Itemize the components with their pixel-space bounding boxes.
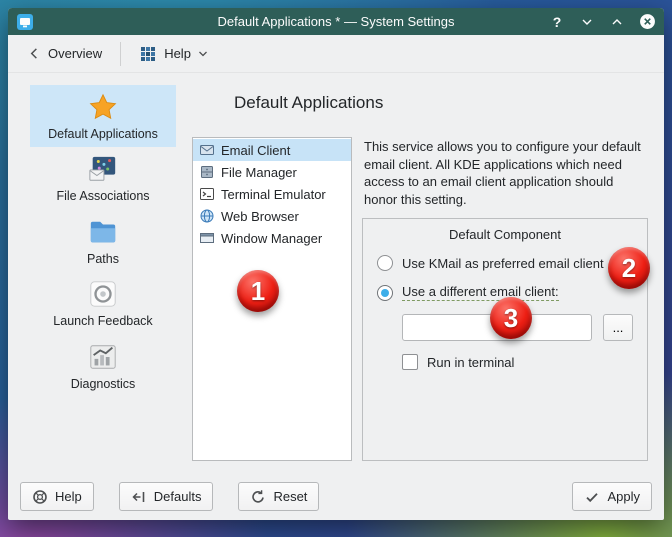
default-component-groupbox: Default Component Use KMail as preferred… bbox=[362, 218, 648, 461]
sidebar-item-label: Launch Feedback bbox=[32, 314, 174, 328]
reset-button[interactable]: Reset bbox=[238, 482, 319, 511]
chevron-down-icon bbox=[198, 50, 208, 58]
run-in-terminal-label: Run in terminal bbox=[427, 355, 514, 370]
kmail-radio-label: Use KMail as preferred email client bbox=[402, 256, 604, 271]
sidebar-item-paths[interactable]: Paths bbox=[30, 210, 176, 272]
annotation-badge-1: 1 bbox=[237, 270, 279, 312]
annotation-badge-2: 2 bbox=[608, 247, 650, 289]
toolbar-separator bbox=[120, 42, 121, 66]
launch-feedback-icon bbox=[32, 277, 174, 311]
folder-icon bbox=[32, 215, 174, 249]
maximize-button[interactable] bbox=[608, 13, 626, 31]
help-menu-button[interactable]: Help bbox=[131, 39, 216, 69]
service-item-label: File Manager bbox=[221, 165, 297, 180]
help-window-button[interactable]: ? bbox=[548, 13, 566, 31]
checkmark-icon bbox=[584, 489, 600, 505]
sidebar-item-file-associations[interactable]: File Associations bbox=[30, 147, 176, 209]
kmail-radio[interactable] bbox=[377, 255, 393, 271]
sidebar-item-launch-feedback[interactable]: Launch Feedback bbox=[30, 272, 176, 334]
service-item-label: Email Client bbox=[221, 143, 290, 158]
defaults-button-label: Defaults bbox=[154, 489, 202, 504]
toolbar: Overview Help bbox=[8, 35, 664, 73]
minimize-button[interactable] bbox=[578, 13, 596, 31]
lifebuoy-icon bbox=[32, 489, 48, 505]
diagnostics-icon bbox=[32, 340, 174, 374]
radio-row-kmail[interactable]: Use KMail as preferred email client bbox=[377, 255, 633, 271]
system-settings-window: Default Applications * — System Settings… bbox=[8, 8, 664, 520]
other-client-radio-label: Use a different email client: bbox=[402, 284, 559, 301]
file-associations-icon bbox=[32, 152, 174, 186]
help-button-label: Help bbox=[55, 489, 82, 504]
sidebar-item-default-applications[interactable]: Default Applications bbox=[30, 85, 176, 147]
web-browser-icon bbox=[199, 208, 215, 224]
service-item-web-browser[interactable]: Web Browser bbox=[193, 205, 351, 227]
browse-button[interactable]: ... bbox=[603, 314, 633, 341]
help-grid-icon bbox=[139, 45, 157, 63]
undo-icon bbox=[250, 489, 266, 505]
email-client-icon bbox=[199, 142, 215, 158]
close-button[interactable] bbox=[638, 13, 656, 31]
desktop-wallpaper: { "titlebar": { "title": "Default Applic… bbox=[0, 0, 672, 537]
terminal-icon bbox=[199, 186, 215, 202]
run-in-terminal-row[interactable]: Run in terminal bbox=[402, 354, 633, 370]
service-description: This service allows you to configure you… bbox=[364, 138, 648, 208]
sidebar-item-label: Default Applications bbox=[32, 127, 174, 141]
sidebar-item-label: Paths bbox=[32, 252, 174, 266]
back-chevron-icon bbox=[28, 47, 41, 60]
groupbox-title: Default Component bbox=[363, 227, 647, 242]
overview-button[interactable]: Overview bbox=[20, 40, 110, 67]
sidebar-item-label: File Associations bbox=[32, 189, 174, 203]
file-manager-icon bbox=[199, 164, 215, 180]
reset-button-label: Reset bbox=[273, 489, 307, 504]
run-in-terminal-checkbox[interactable] bbox=[402, 354, 418, 370]
titlebar[interactable]: Default Applications * — System Settings… bbox=[8, 8, 664, 35]
apply-button-label: Apply bbox=[607, 489, 640, 504]
footer-button-bar: Help Defaults Reset Apply bbox=[8, 473, 664, 520]
service-item-label: Web Browser bbox=[221, 209, 299, 224]
help-button[interactable]: Help bbox=[20, 482, 94, 511]
service-item-window-manager[interactable]: Window Manager bbox=[193, 227, 351, 249]
service-item-label: Terminal Emulator bbox=[221, 187, 326, 202]
content-area: Default Applications File Associations P… bbox=[8, 73, 664, 473]
service-item-terminal-emulator[interactable]: Terminal Emulator bbox=[193, 183, 351, 205]
defaults-button[interactable]: Defaults bbox=[119, 482, 214, 511]
overview-button-label: Overview bbox=[48, 46, 102, 61]
service-item-email-client[interactable]: Email Client bbox=[193, 139, 351, 161]
sidebar: Default Applications File Associations P… bbox=[8, 73, 178, 473]
sidebar-item-label: Diagnostics bbox=[32, 377, 174, 391]
star-icon bbox=[32, 90, 174, 124]
other-client-radio[interactable] bbox=[377, 285, 393, 301]
sidebar-item-diagnostics[interactable]: Diagnostics bbox=[30, 335, 176, 397]
apply-button[interactable]: Apply bbox=[572, 482, 652, 511]
app-icon bbox=[16, 13, 34, 31]
defaults-icon bbox=[131, 489, 147, 505]
help-menu-label: Help bbox=[164, 46, 191, 61]
window-controls: ? bbox=[548, 13, 656, 31]
service-item-file-manager[interactable]: File Manager bbox=[193, 161, 351, 183]
service-item-label: Window Manager bbox=[221, 231, 322, 246]
window-manager-icon bbox=[199, 230, 215, 246]
annotation-badge-3: 3 bbox=[490, 297, 532, 339]
page-title: Default Applications bbox=[234, 93, 648, 113]
